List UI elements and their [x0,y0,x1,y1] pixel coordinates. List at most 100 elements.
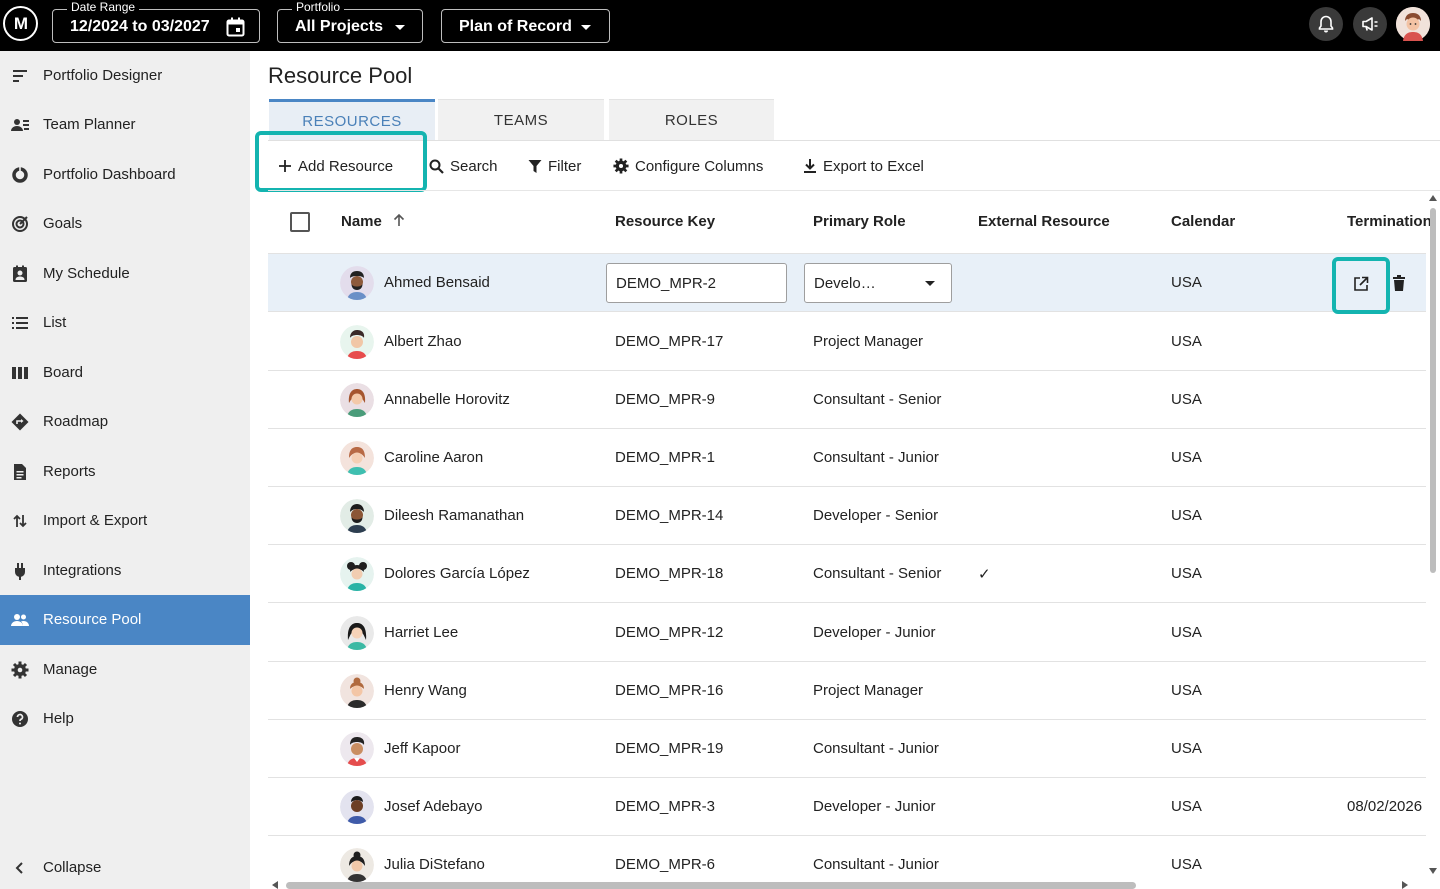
tab-teams[interactable]: TEAMS [438,99,604,141]
avatar [340,499,374,533]
vertical-scroll-thumb[interactable] [1430,208,1436,573]
termination-date: 08/02/2026 [1347,798,1423,815]
resource-key: DEMO_MPR-1 [615,449,716,466]
document-icon [14,464,26,480]
chevron-down-icon [925,281,935,286]
column-header-termination[interactable]: Termination [1347,213,1432,230]
list-icon [12,317,28,329]
avatar [340,790,374,824]
search-button[interactable]: Search [429,155,498,177]
configure-columns-button[interactable]: Configure Columns [613,155,763,177]
sidebar-item-resource-pool[interactable]: Resource Pool [0,595,250,645]
help-icon [12,711,28,727]
gear-icon [11,661,29,679]
calendar-value: USA [1171,507,1202,524]
chevron-down-icon [581,25,591,30]
column-header-primary-role[interactable]: Primary Role [813,213,906,230]
table-row[interactable]: Henry Wang DEMO_MPR-16 Project Manager U… [268,662,1426,720]
sidebar-item-goals[interactable]: Goals [0,199,250,249]
filter-button[interactable]: Filter [528,155,581,177]
sidebar-item-roadmap[interactable]: Roadmap [0,397,250,447]
table-row[interactable]: Dileesh Ramanathan DEMO_MPR-14 Developer… [268,487,1426,545]
add-resource-button[interactable]: Add Resource [278,155,393,177]
sidebar-item-label: List [43,314,67,331]
sidebar-item-portfolio-designer[interactable]: Portfolio Designer [0,51,250,101]
calendar-icon[interactable] [226,17,245,37]
table-row[interactable]: Albert Zhao DEMO_MPR-17 Project Manager … [268,313,1426,371]
primary-role-value: Develo… [814,275,876,292]
sidebar-item-reports[interactable]: Reports [0,447,250,497]
filter-label: Filter [548,157,582,175]
column-header-resource-key[interactable]: Resource Key [615,213,715,230]
plan-select[interactable]: Plan of Record [441,9,610,43]
sort-ascending-icon [393,213,405,226]
person-lines-icon [11,119,29,131]
table-row[interactable]: Caroline Aaron DEMO_MPR-1 Consultant - J… [268,429,1426,487]
column-header-name[interactable]: Name [341,213,406,230]
user-avatar[interactable] [1396,7,1430,41]
resource-key: DEMO_MPR-6 [615,856,716,873]
scroll-up-arrow-icon[interactable] [1429,195,1437,201]
sidebar-item-portfolio-dashboard[interactable]: Portfolio Dashboard [0,150,250,200]
calendar-value: USA [1171,682,1202,699]
tab-roles[interactable]: ROLES [609,99,774,141]
resource-key-input[interactable]: DEMO_MPR-2 [606,263,787,303]
primary-role: Developer - Junior [813,798,936,815]
calendar-value: USA [1171,274,1202,291]
sidebar-item-label: Integrations [43,562,122,579]
trash-icon[interactable] [1393,275,1405,291]
main-content: Resource Pool RESOURCES TEAMS ROLES Add … [250,51,1440,889]
sidebar-item-label: Manage [43,661,98,678]
sidebar-item-label: Board [43,364,84,381]
column-header-external-resource[interactable]: External Resource [978,213,1110,230]
sidebar-item-list[interactable]: List [0,298,250,348]
date-range-field[interactable]: Date Range 12/2024 to 03/2027 [52,0,260,43]
chevron-left-icon [15,862,23,874]
table-row[interactable]: Annabelle Horovitz DEMO_MPR-9 Consultant… [268,371,1426,429]
portfolio-select[interactable]: Portfolio All Projects [277,0,423,43]
sidebar-item-team-planner[interactable]: Team Planner [0,100,250,150]
sidebar-item-integrations[interactable]: Integrations [0,546,250,596]
sidebar-item-label: Roadmap [43,413,109,430]
page-title: Resource Pool [268,63,413,88]
primary-role-select[interactable]: Develo… [804,263,952,303]
resource-name: Ahmed Bensaid [384,274,490,291]
avatar [340,441,374,475]
table-row[interactable]: Ahmed Bensaid DEMO_MPR-2 Develo… USA [268,254,1426,314]
sidebar-item-import-export[interactable]: Import & Export [0,496,250,546]
sidebar: Portfolio Designer Team Planner Portfoli… [0,51,250,889]
collapse-button[interactable]: Collapse [0,843,250,889]
primary-role: Developer - Junior [813,624,936,641]
select-all-checkbox[interactable] [290,212,310,232]
open-in-new-icon[interactable] [1353,276,1369,292]
table-row[interactable]: Jeff Kapoor DEMO_MPR-19 Consultant - Jun… [268,720,1426,778]
sidebar-item-manage[interactable]: Manage [0,645,250,695]
column-header-calendar[interactable]: Calendar [1171,213,1235,230]
resource-key: DEMO_MPR-19 [615,740,724,757]
sidebar-item-help[interactable]: Help [0,694,250,744]
export-excel-button[interactable]: Export to Excel [803,155,924,177]
table-row[interactable]: Harriet Lee DEMO_MPR-12 Developer - Juni… [268,604,1426,662]
avatar [340,674,374,708]
table-row[interactable]: Dolores García López DEMO_MPR-18 Consult… [268,545,1426,603]
scroll-down-arrow-icon[interactable] [1429,868,1437,874]
horizontal-scrollbar[interactable] [268,879,1426,889]
scroll-left-arrow-icon[interactable] [272,881,278,889]
app-logo[interactable]: M [3,6,38,41]
portfolio-value: All Projects [295,18,384,35]
resource-name: Julia DiStefano [384,856,485,873]
announcements-button[interactable] [1353,7,1387,41]
resource-key: DEMO_MPR-14 [615,507,724,524]
sidebar-item-board[interactable]: Board [0,348,250,398]
vertical-scrollbar[interactable] [1426,191,1440,881]
sidebar-item-label: Resource Pool [43,611,142,628]
scroll-right-arrow-icon[interactable] [1402,881,1408,889]
gear-icon [613,158,629,174]
notifications-button[interactable] [1309,7,1343,41]
table-row[interactable]: Josef Adebayo DEMO_MPR-3 Developer - Jun… [268,778,1426,836]
sidebar-item-label: Portfolio Dashboard [43,166,176,183]
resource-name: Josef Adebayo [384,798,483,815]
sidebar-item-my-schedule[interactable]: My Schedule [0,249,250,299]
horizontal-scroll-thumb[interactable] [286,882,1136,889]
calendar-value: USA [1171,798,1202,815]
